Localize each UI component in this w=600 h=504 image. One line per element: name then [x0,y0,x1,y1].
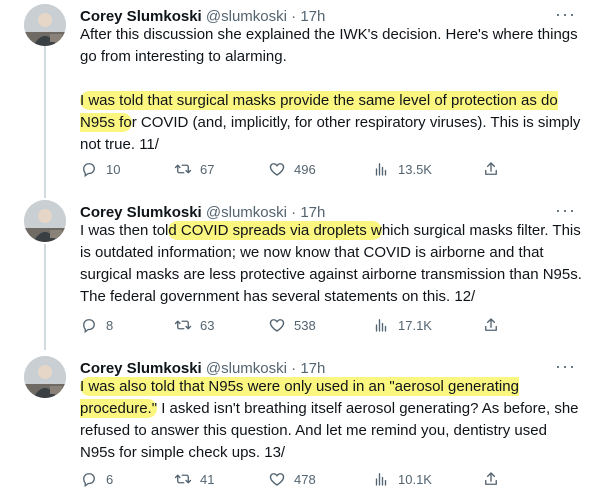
views-icon [375,163,387,176]
author-name[interactable]: Corey Slumkoski [80,8,202,25]
tweet-actions: 6 41 478 10.1K [80,470,520,490]
share-icon [485,472,497,485]
author-name[interactable]: Corey Slumkoski [80,204,202,221]
author-handle[interactable]: @slumkoski [206,204,287,221]
retweet-count: 67 [200,161,215,177]
tweet-text: After this discussion she explained the … [80,24,585,156]
like-button[interactable]: 538 [268,316,316,334]
like-icon [269,473,285,486]
view-count: 10.1K [398,471,432,487]
more-icon[interactable]: ··· [555,4,576,25]
retweet-count: 41 [200,471,215,487]
retweet-icon [174,474,192,484]
reply-icon [83,473,95,488]
like-count: 496 [294,161,316,177]
like-count: 478 [294,471,316,487]
reply-count: 6 [106,471,114,487]
timestamp[interactable]: 17h [300,360,325,377]
tweet[interactable]: Corey Slumkoski @slumkoski · 17h ··· I w… [0,200,600,342]
reply-count: 10 [106,161,121,177]
avatar[interactable] [24,200,66,242]
share-button[interactable] [482,470,500,488]
more-icon[interactable]: ··· [555,200,576,221]
tweet-actions: 10 67 496 13.5K [80,160,520,180]
views-button[interactable]: 17.1K [372,316,432,334]
like-icon [269,163,285,176]
retweet-icon [174,320,192,330]
like-button[interactable]: 496 [268,160,316,178]
retweet-button[interactable]: 63 [174,316,214,334]
avatar[interactable] [24,4,66,46]
avatar[interactable] [24,356,66,398]
share-icon [485,162,497,175]
tweet[interactable]: Corey Slumkoski @slumkoski · 17h ··· Aft… [0,4,600,186]
tweet-text: I was then told COVID spreads via drople… [80,220,585,308]
like-icon [269,319,285,332]
views-icon [375,319,387,332]
tweet[interactable]: Corey Slumkoski @slumkoski · 17h ··· I w… [0,356,600,498]
share-button[interactable] [482,160,500,178]
author-handle[interactable]: @slumkoski [206,8,287,25]
author-handle[interactable]: @slumkoski [206,360,287,377]
timestamp[interactable]: 17h [300,8,325,25]
tweet-text: I was also told that N95s were only used… [80,376,585,464]
like-count: 538 [294,317,316,333]
retweet-icon [174,164,192,174]
view-count: 13.5K [398,161,432,177]
separator: · [291,204,297,221]
timestamp[interactable]: 17h [300,204,325,221]
more-icon[interactable]: ··· [555,356,576,377]
tweet-paragraph: I was told that surgical masks provide t… [80,90,585,156]
views-button[interactable]: 10.1K [372,470,432,488]
retweet-button[interactable]: 41 [174,470,214,488]
share-button[interactable] [482,316,500,334]
retweet-button[interactable]: 67 [174,160,214,178]
view-count: 17.1K [398,317,432,333]
tweet-text-part: r COVID (and, implicitly, for other resp… [80,114,581,153]
reply-button[interactable]: 6 [80,470,113,488]
reply-icon [83,163,95,178]
tweet-actions: 8 63 538 17.1K [80,316,520,336]
views-icon [375,473,387,486]
share-icon [485,318,497,331]
tweet-text-part: I was then tol [80,222,169,239]
separator: · [291,360,297,377]
views-button[interactable]: 13.5K [372,160,432,178]
like-button[interactable]: 478 [268,470,316,488]
highlighted-text: d COVID spreads via droplets w [168,221,382,240]
reply-button[interactable]: 8 [80,316,113,334]
tweet-paragraph: After this discussion she explained the … [80,26,578,65]
reply-button[interactable]: 10 [80,160,120,178]
author-name[interactable]: Corey Slumkoski [80,360,202,377]
retweet-count: 63 [200,317,215,333]
separator: · [291,8,297,25]
reply-count: 8 [106,317,114,333]
reply-icon [83,319,95,334]
